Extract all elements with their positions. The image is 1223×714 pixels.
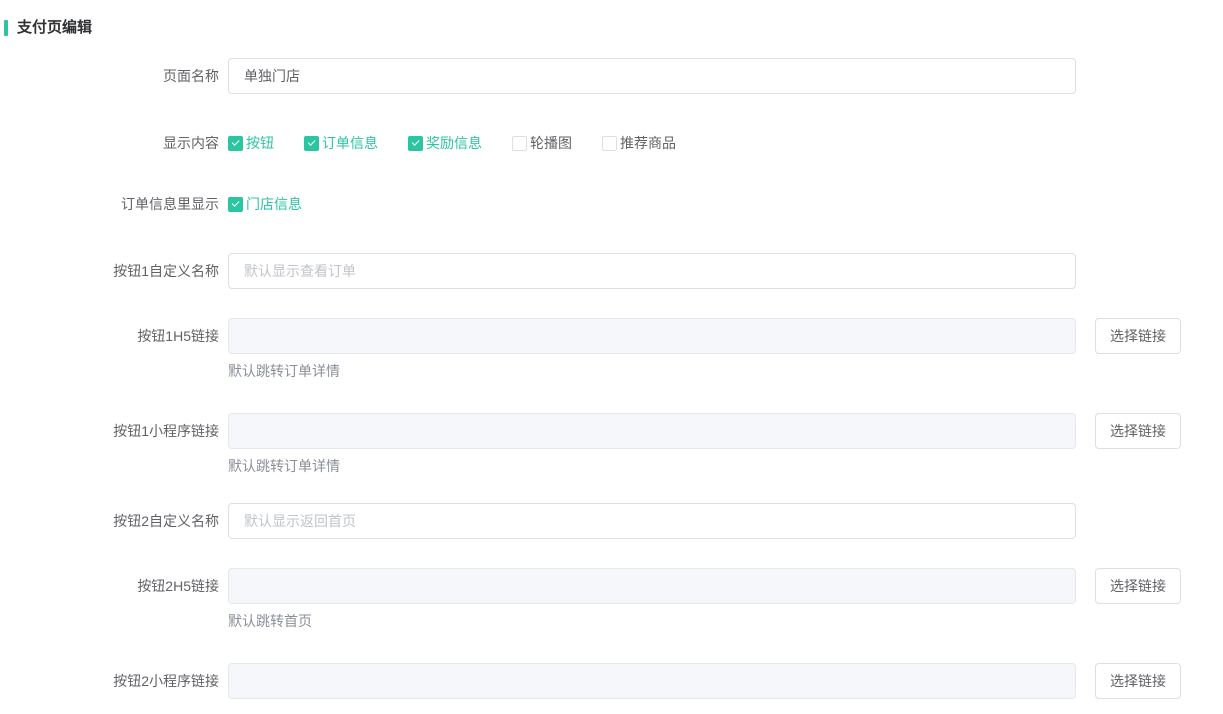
button1-mini-link-helper: 默认跳转订单详情 (228, 458, 1181, 474)
form-row-button1-h5-link: 按钮1H5链接 选择链接 默认跳转订单详情 (0, 318, 1223, 379)
checkbox-recommended-products-label: 推荐商品 (620, 134, 676, 153)
button1-h5-link-label: 按钮1H5链接 (0, 318, 228, 354)
checkbox-buttons-label: 按钮 (246, 134, 274, 153)
order-info-display-checkbox-group: 门店信息 (228, 195, 332, 214)
button2-mini-link-field: 选择链接 (228, 663, 1181, 699)
form-row-button2-mini-link: 按钮2小程序链接 选择链接 (0, 663, 1223, 699)
button2-h5-link-line: 选择链接 (228, 568, 1181, 604)
payment-page-editor: 支付页编辑 页面名称 显示内容 按钮 订单信息 奖励信息 轮播图 (0, 0, 1223, 699)
button1-h5-link-field: 选择链接 默认跳转订单详情 (228, 318, 1181, 379)
button1-mini-link-label: 按钮1小程序链接 (0, 413, 228, 449)
checkbox-icon (228, 136, 243, 151)
button2-h5-link-label: 按钮2H5链接 (0, 568, 228, 604)
button1-name-label: 按钮1自定义名称 (0, 253, 228, 289)
button1-mini-link-line: 选择链接 (228, 413, 1181, 449)
page-title: 支付页编辑 (17, 19, 92, 36)
button2-h5-link-field: 选择链接 默认跳转首页 (228, 568, 1181, 629)
button1-mini-link-field: 选择链接 默认跳转订单详情 (228, 413, 1181, 474)
form-row-order-info-display: 订单信息里显示 门店信息 (0, 195, 1223, 214)
form-row-display-content: 显示内容 按钮 订单信息 奖励信息 轮播图 推荐商品 (0, 134, 1223, 153)
button2-name-field (228, 503, 1076, 539)
checkbox-store-info-label: 门店信息 (246, 195, 302, 214)
check-icon (307, 138, 314, 145)
display-content-label: 显示内容 (0, 134, 228, 153)
checkbox-carousel[interactable]: 轮播图 (512, 134, 572, 153)
button2-h5-link-input[interactable] (228, 568, 1076, 604)
checkbox-recommended-products[interactable]: 推荐商品 (602, 134, 676, 153)
page-name-label: 页面名称 (0, 58, 228, 94)
form-row-button2-name: 按钮2自定义名称 (0, 503, 1223, 539)
button2-mini-link-line: 选择链接 (228, 663, 1181, 699)
form-row-page-name: 页面名称 (0, 58, 1223, 94)
form-row-button2-h5-link: 按钮2H5链接 选择链接 默认跳转首页 (0, 568, 1223, 629)
checkbox-icon (228, 197, 243, 212)
checkbox-carousel-label: 轮播图 (530, 134, 572, 153)
button1-h5-select-link-button[interactable]: 选择链接 (1095, 318, 1181, 354)
title-accent-bar-icon (4, 20, 8, 36)
button2-mini-select-link-button[interactable]: 选择链接 (1095, 663, 1181, 699)
check-icon (231, 199, 238, 206)
button2-mini-link-label: 按钮2小程序链接 (0, 663, 228, 699)
checkbox-icon (512, 136, 527, 151)
button2-mini-link-input[interactable] (228, 663, 1076, 699)
checkbox-icon (408, 136, 423, 151)
button2-name-label: 按钮2自定义名称 (0, 503, 228, 539)
checkbox-icon (602, 136, 617, 151)
button1-mini-link-input[interactable] (228, 413, 1076, 449)
button1-name-field (228, 253, 1076, 289)
page-name-field (228, 58, 1076, 94)
button1-mini-select-link-button[interactable]: 选择链接 (1095, 413, 1181, 449)
check-icon (411, 138, 418, 145)
page-name-input[interactable] (228, 58, 1076, 94)
button1-h5-link-line: 选择链接 (228, 318, 1181, 354)
check-icon (231, 138, 238, 145)
button2-h5-select-link-button[interactable]: 选择链接 (1095, 568, 1181, 604)
button2-name-input[interactable] (228, 503, 1076, 539)
checkbox-buttons[interactable]: 按钮 (228, 134, 274, 153)
checkbox-reward-info[interactable]: 奖励信息 (408, 134, 482, 153)
button1-h5-link-helper: 默认跳转订单详情 (228, 363, 1181, 379)
checkbox-order-info[interactable]: 订单信息 (304, 134, 378, 153)
checkbox-order-info-label: 订单信息 (322, 134, 378, 153)
checkbox-reward-info-label: 奖励信息 (426, 134, 482, 153)
order-info-display-label: 订单信息里显示 (0, 195, 228, 214)
form-row-button1-mini-link: 按钮1小程序链接 选择链接 默认跳转订单详情 (0, 413, 1223, 474)
page-title-row: 支付页编辑 (4, 19, 1223, 36)
button1-h5-link-input[interactable] (228, 318, 1076, 354)
checkbox-store-info[interactable]: 门店信息 (228, 195, 302, 214)
button1-name-input[interactable] (228, 253, 1076, 289)
display-content-checkbox-group: 按钮 订单信息 奖励信息 轮播图 推荐商品 (228, 134, 706, 153)
button2-h5-link-helper: 默认跳转首页 (228, 613, 1181, 629)
form-row-button1-name: 按钮1自定义名称 (0, 253, 1223, 289)
checkbox-icon (304, 136, 319, 151)
